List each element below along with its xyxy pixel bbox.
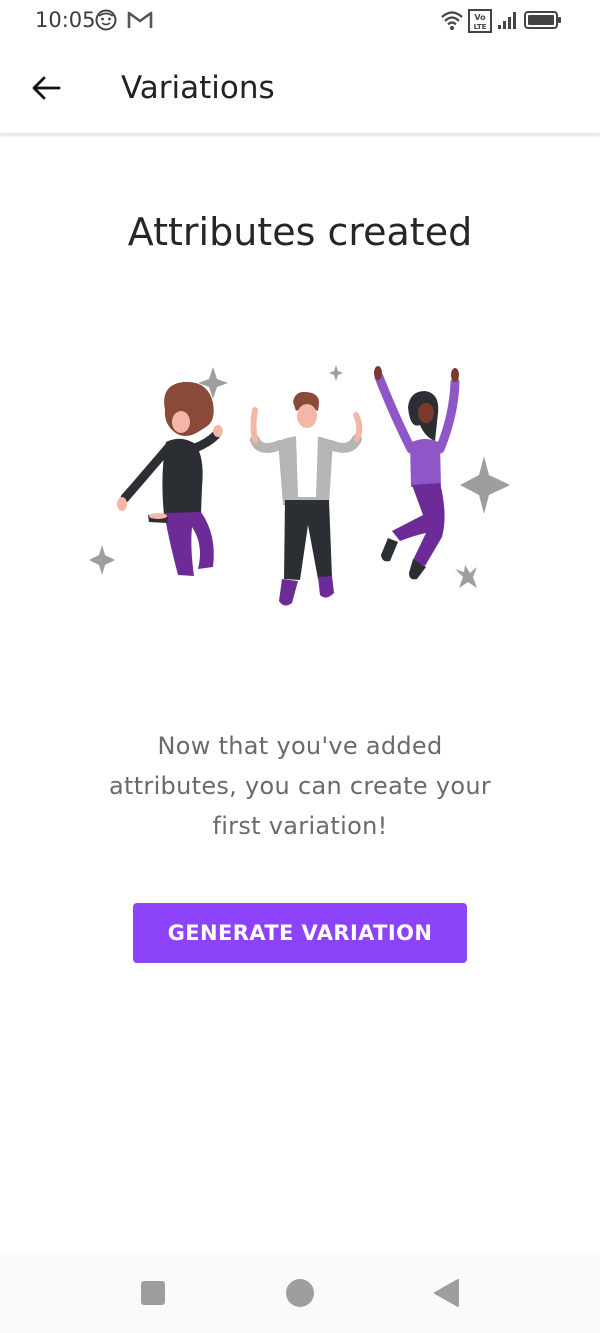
screen: 10:05 Vo LTE Variations Attributes creat… — [0, 0, 600, 1333]
celebrating-people-illustration — [80, 355, 520, 620]
app-bar: Variations — [0, 40, 600, 134]
recent-apps-icon — [141, 1281, 165, 1305]
face-icon — [95, 9, 117, 36]
svg-text:Vo: Vo — [474, 13, 486, 22]
page-title: Variations — [121, 70, 275, 106]
gmail-icon — [127, 9, 153, 36]
nav-back-button[interactable] — [426, 1273, 466, 1313]
wifi-icon — [440, 9, 464, 36]
back-icon — [434, 1279, 459, 1307]
status-bar: 10:05 Vo LTE — [0, 0, 600, 40]
woman-right-figure — [374, 366, 460, 580]
arrow-left-icon — [32, 76, 61, 100]
attributes-created-heading: Attributes created — [127, 210, 473, 254]
generate-variation-button[interactable]: GENERATE VARIATION — [133, 903, 467, 963]
navigation-bar — [0, 1253, 600, 1333]
recent-apps-button[interactable] — [133, 1273, 173, 1313]
back-button[interactable] — [22, 64, 70, 112]
battery-icon — [524, 9, 562, 36]
man-center-figure — [250, 391, 363, 606]
woman-left-figure — [117, 381, 223, 576]
home-icon — [286, 1279, 314, 1307]
status-time: 10:05 — [35, 8, 96, 32]
signal-icon — [497, 9, 519, 36]
description-text: Now that you've added attributes, you ca… — [109, 732, 491, 840]
home-button[interactable] — [280, 1273, 320, 1313]
volte-icon: Vo LTE — [468, 9, 492, 38]
svg-text:LTE: LTE — [474, 23, 487, 31]
